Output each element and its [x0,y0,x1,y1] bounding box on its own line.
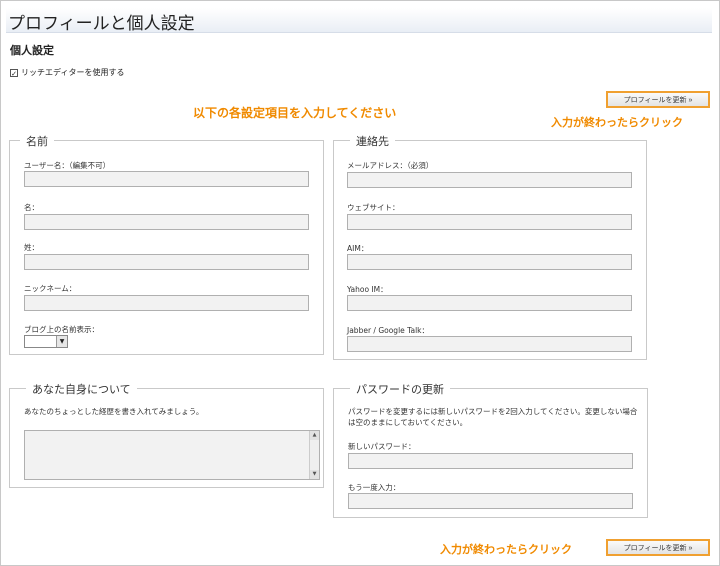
password-description-line2: は空のままにしておいてください。 [348,418,468,427]
confirm-password-field[interactable] [348,493,633,509]
website-field[interactable] [347,214,632,230]
aim-field[interactable] [347,254,632,270]
jabber-field[interactable] [347,336,632,352]
aim-label: AIM： [347,244,369,253]
nickname-field[interactable] [24,295,309,311]
first-name-label: 名： [24,203,39,212]
rich-editor-label: リッチエディターを使用する [21,68,125,77]
page-title: プロフィールと個人設定 [8,14,195,34]
update-profile-button-bottom[interactable]: プロフィールを更新 » [606,539,710,556]
arrow-up-icon[interactable]: ▲ [310,431,319,440]
name-legend: 名前 [20,133,54,149]
biography-textarea[interactable]: ▲ ▼ [24,430,320,480]
about-legend: あなた自身について [26,381,137,397]
jabber-label: Jabber / Google Talk： [347,326,430,335]
new-password-field[interactable] [348,453,633,469]
about-group: あなた自身について あなたのちょっとした経歴を書き入れてみましょう。 ▲ ▼ [9,381,324,488]
callout-top: 入力が終わったらクリック [551,116,683,129]
instruction-text: 以下の各設定項目を入力してください [193,106,397,120]
chevron-down-icon: ▼ [56,336,67,347]
confirm-password-label: もう一度入力： [348,483,401,492]
biography-scrollbar[interactable]: ▲ ▼ [309,431,319,479]
email-label: メールアドレス：（必須） [347,161,434,170]
yahoo-label: Yahoo IM： [347,285,388,294]
personal-settings-heading: 個人設定 [10,44,54,57]
rich-editor-option[interactable]: ✓ リッチエディターを使用する [10,67,124,78]
username-label: ユーザー名：（編集不可） [24,161,111,170]
display-name-select[interactable]: ▼ [24,335,68,348]
about-description: あなたのちょっとした経歴を書き入れてみましょう。 [24,407,204,416]
first-name-field[interactable] [24,214,309,230]
last-name-label: 姓： [24,243,39,252]
name-group: 名前 ユーザー名：（編集不可） 名： 姓： ニックネーム： ブログ上の名前表示：… [9,133,324,355]
username-field[interactable] [24,171,309,187]
email-field[interactable] [347,172,632,188]
display-name-label: ブログ上の名前表示： [24,325,99,334]
callout-bottom: 入力が終わったらクリック [440,543,572,556]
update-profile-button-top[interactable]: プロフィールを更新 » [606,91,710,108]
contact-legend: 連絡先 [350,133,395,149]
password-legend: パスワードの更新 [350,381,450,397]
arrow-down-icon[interactable]: ▼ [310,470,319,479]
last-name-field[interactable] [24,254,309,270]
contact-group: 連絡先 メールアドレス：（必須） ウェブサイト： AIM： Yahoo IM： … [333,133,647,360]
rich-editor-checkbox[interactable]: ✓ [10,68,18,78]
nickname-label: ニックネーム： [24,284,77,293]
check-icon: ✓ [11,69,17,78]
password-group: パスワードの更新 パスワードを変更するには新しいパスワードを2回入力してください… [333,381,648,518]
new-password-label: 新しいパスワード： [348,442,416,451]
website-label: ウェブサイト： [347,203,400,212]
password-description-line1: パスワードを変更するには新しいパスワードを2回入力してください。変更しない場合 [348,407,638,416]
yahoo-field[interactable] [347,295,632,311]
